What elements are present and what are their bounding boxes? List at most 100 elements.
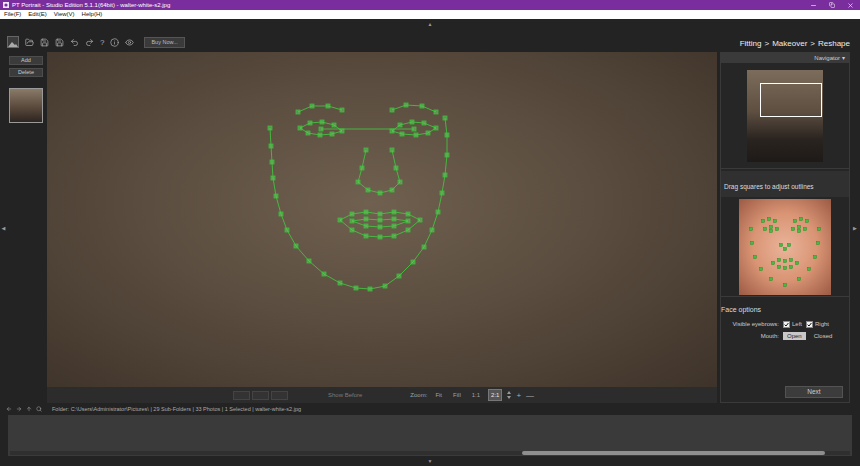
- navigator-header[interactable]: Navigator▾: [721, 53, 849, 63]
- app-icon[interactable]: [7, 36, 19, 48]
- navigator-preview[interactable]: [747, 70, 823, 162]
- breadcrumb-step[interactable]: Fitting: [740, 39, 762, 49]
- toolbar-icons: ? Buy Now...: [7, 36, 185, 50]
- filmstrip-content: [8, 415, 852, 451]
- back-arrow-icon[interactable]: [6, 406, 12, 412]
- pupil-points[interactable]: [319, 127, 416, 131]
- menu-item[interactable]: Help(H): [82, 10, 103, 19]
- zoom-in-button[interactable]: +: [516, 391, 521, 400]
- mouth-label: Mouth:: [721, 332, 783, 340]
- face-guide-image: [739, 199, 831, 295]
- preview-icon[interactable]: [125, 38, 134, 47]
- face-contour[interactable]: [268, 116, 449, 291]
- workflow-breadcrumb: Fitting>Makeover>Reshape: [740, 39, 850, 50]
- canvas-bar: Show BeforeZoom:FitFill1:12:1+—: [47, 387, 717, 403]
- eyebrows-row: Left Right: [783, 320, 849, 328]
- checkbox-label: Right: [815, 320, 829, 328]
- undo-icon[interactable]: [70, 38, 79, 47]
- mouth-outer-outline[interactable]: [338, 210, 422, 239]
- face-guide: [721, 197, 849, 297]
- restore-icon[interactable]: [829, 2, 835, 8]
- view-modes: [233, 391, 288, 400]
- folder-status: Folder: C:\Users\Administrator\Pictures\…: [52, 405, 301, 413]
- outline-hint: Drag squares to adjust outlines: [721, 171, 849, 197]
- app-window: PT Portrait - Studio Edition 5.1.1(64bit…: [0, 0, 860, 466]
- photo-thumbnail[interactable]: [9, 88, 43, 123]
- menu-item[interactable]: Edit(E): [28, 10, 46, 19]
- photo-list-button[interactable]: Add: [9, 56, 43, 65]
- face-options: Visible eyebrows: Left Right Mouth:Open Clos…: [721, 320, 849, 340]
- zoom-option[interactable]: 1:1: [469, 389, 483, 401]
- nose-outline[interactable]: [356, 148, 402, 195]
- canvas-column: Show BeforeZoom:FitFill1:12:1+—: [47, 52, 717, 403]
- scrollbar-thumb[interactable]: [522, 451, 824, 455]
- face-outline-overlay: [47, 52, 717, 387]
- show-before-button[interactable]: Show Before: [328, 391, 362, 399]
- photos-panel: Add Delete: [7, 52, 45, 403]
- up-arrow-icon[interactable]: [26, 406, 32, 412]
- collapse-right-button[interactable]: ▶: [853, 225, 857, 231]
- left-eyebrow-outline[interactable]: [296, 104, 344, 114]
- view-mode-button[interactable]: [252, 391, 269, 400]
- zoom-option[interactable]: 2:1: [488, 389, 502, 401]
- eyebrow-checkbox[interactable]: Left: [783, 320, 802, 328]
- checkbox-box[interactable]: [806, 321, 813, 328]
- buy-now-button[interactable]: Buy Now...: [144, 37, 184, 48]
- breadcrumb-step[interactable]: Reshape: [818, 39, 850, 49]
- navigator-menu-button[interactable]: ▾: [842, 54, 845, 62]
- left-eye-outline[interactable]: [298, 120, 344, 137]
- menu-bar: File(F) Edit(E) View(V) Help(H): [0, 10, 860, 19]
- open-folder-icon[interactable]: [25, 38, 34, 47]
- workspace: ◀AddDeleteShow BeforeZoom:FitFill1:12:1+…: [0, 52, 860, 403]
- checkbox-label: Left: [792, 320, 802, 328]
- app-logo-icon: [3, 2, 9, 8]
- filmstrip: [8, 415, 852, 456]
- status-bar: Folder: C:\Users\Administrator\Pictures\…: [0, 403, 860, 415]
- right-eyebrow-outline[interactable]: [390, 103, 438, 114]
- filmstrip-scrollbar[interactable]: [10, 451, 850, 455]
- eyebrows-label: Visible eyebrows:: [721, 320, 783, 328]
- mouth-inner-outline[interactable]: [350, 217, 410, 229]
- collapse-top-button[interactable]: ▲: [428, 21, 433, 27]
- zoom-option[interactable]: Fit: [432, 389, 445, 401]
- zoom-spin-icon[interactable]: [507, 391, 511, 399]
- mouth-option[interactable]: Closed: [810, 332, 837, 340]
- mouth-option[interactable]: Open: [783, 332, 806, 340]
- face-guide-points: [739, 199, 831, 295]
- zoom-controls: Zoom:FitFill1:12:1+—: [410, 389, 534, 401]
- breadcrumb-step[interactable]: Makeover: [772, 39, 807, 49]
- collapse-bottom-button[interactable]: ▼: [428, 458, 433, 464]
- left-edge: ◀: [0, 52, 7, 403]
- eyebrow-checkbox[interactable]: Right: [806, 320, 829, 328]
- right-edge: ▶: [850, 52, 860, 403]
- collapse-left-button[interactable]: ◀: [2, 225, 6, 231]
- checkbox-box[interactable]: [783, 321, 790, 328]
- help-button[interactable]: ?: [100, 38, 104, 47]
- right-eye-outline[interactable]: [390, 120, 438, 137]
- check-icon: [784, 322, 789, 327]
- close-icon[interactable]: [847, 2, 854, 9]
- save-as-icon[interactable]: [55, 38, 64, 47]
- navigator-viewport[interactable]: [760, 83, 822, 117]
- breadcrumb-separator: >: [810, 39, 815, 49]
- zoom-out-button[interactable]: —: [526, 391, 534, 400]
- view-mode-button[interactable]: [271, 391, 288, 400]
- photo-canvas: [47, 52, 717, 387]
- menu-item[interactable]: View(V): [54, 10, 75, 19]
- next-button[interactable]: Next: [785, 386, 843, 398]
- menu-item[interactable]: File(F): [4, 10, 21, 19]
- mouth-row: Open Closed: [783, 332, 849, 340]
- title-bar: PT Portrait - Studio Edition 5.1.1(64bit…: [0, 0, 860, 10]
- forward-arrow-icon[interactable]: [16, 406, 22, 412]
- search-icon[interactable]: [36, 406, 42, 412]
- check-icon: [807, 322, 812, 327]
- right-panel: Navigator▾ Drag squares to adjust outline…: [720, 52, 850, 403]
- info-icon[interactable]: [110, 38, 119, 47]
- zoom-option[interactable]: Fill: [450, 389, 464, 401]
- minimize-icon[interactable]: [810, 2, 817, 9]
- redo-icon[interactable]: [85, 38, 94, 47]
- save-icon[interactable]: [40, 38, 49, 47]
- photo-list-button[interactable]: Delete: [9, 68, 43, 77]
- view-mode-button[interactable]: [233, 391, 250, 400]
- window-title: PT Portrait - Studio Edition 5.1.1(64bit…: [12, 0, 170, 10]
